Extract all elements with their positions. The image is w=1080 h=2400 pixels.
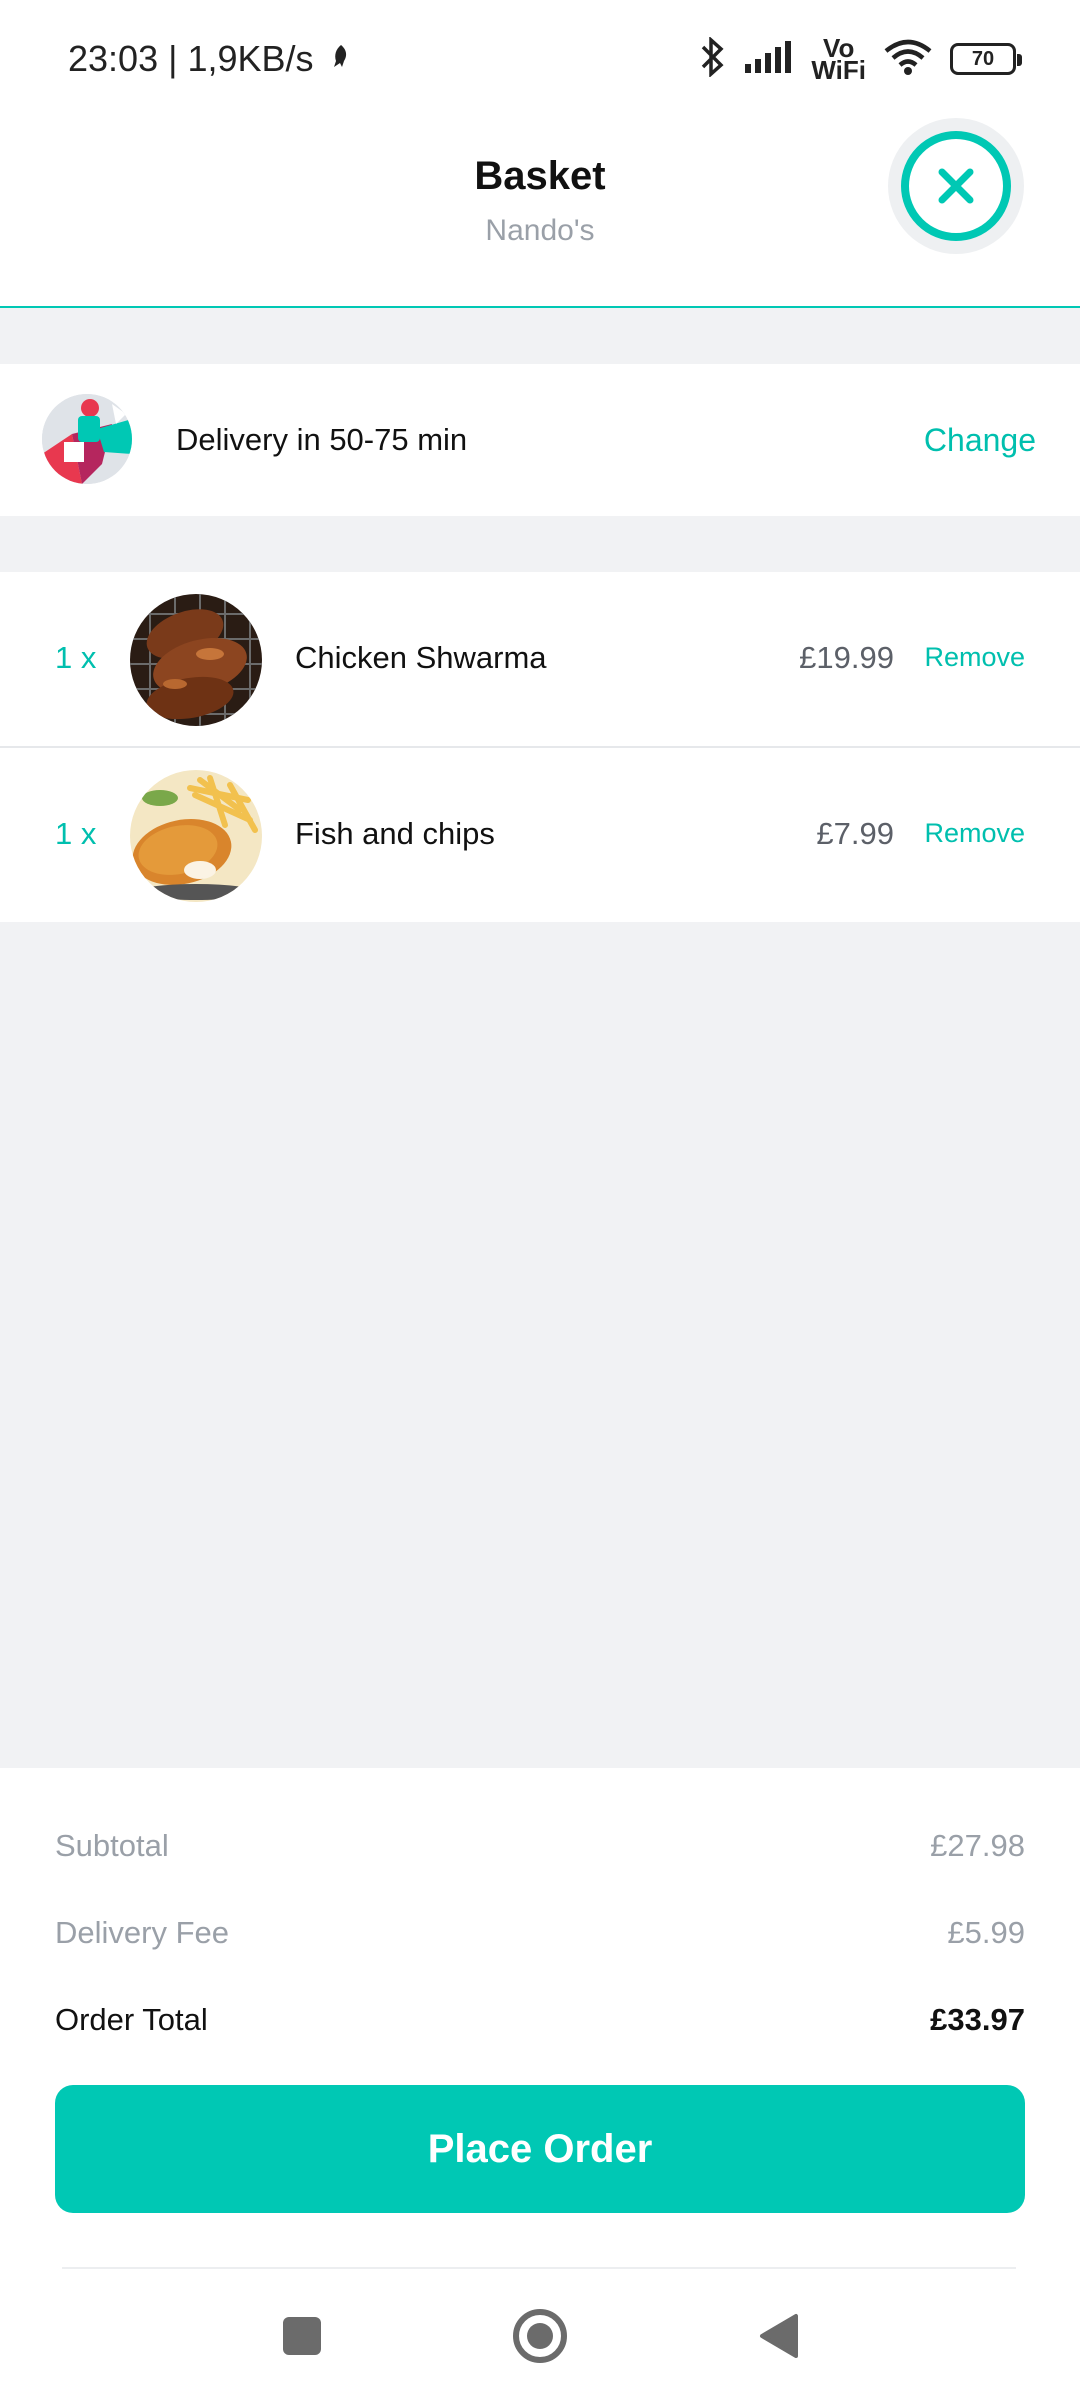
- bluetooth-icon: [699, 35, 725, 82]
- list-item: 1 x Fish and chips £7.99 Remove: [0, 748, 1080, 922]
- status-bar: 23:03 | 1,9KB/s Vo WiFi 70: [0, 0, 1080, 118]
- divider: [62, 2267, 1016, 2269]
- delivery-row: Delivery in 50-75 min Change: [0, 364, 1080, 516]
- item-price: £19.99: [799, 640, 894, 675]
- subtotal-label: Subtotal: [55, 1828, 169, 1863]
- item-quantity: 1 x: [55, 816, 97, 851]
- close-icon: [901, 131, 1011, 241]
- wifi-icon: [884, 39, 932, 80]
- remove-item-button[interactable]: Remove: [924, 818, 1025, 849]
- battery-icon: 70: [950, 43, 1022, 75]
- notification-icon: [330, 43, 352, 76]
- item-price: £7.99: [816, 816, 894, 851]
- square-icon: [283, 2317, 321, 2355]
- status-right: Vo WiFi 70: [699, 33, 1022, 85]
- change-delivery-link[interactable]: Change: [924, 422, 1036, 459]
- delivery-fee-label: Delivery Fee: [55, 1915, 229, 1950]
- item-image-chicken-shwarma: [130, 594, 262, 726]
- recent-apps-button[interactable]: [270, 2304, 334, 2368]
- order-total-row: Order Total £33.97: [55, 2002, 1025, 2038]
- system-navigation-bar: [0, 2290, 1080, 2380]
- home-button[interactable]: [508, 2304, 572, 2368]
- delivery-fee-row: Delivery Fee £5.99: [55, 1915, 1025, 1951]
- back-button[interactable]: [746, 2304, 810, 2368]
- order-total-value: £33.97: [930, 2002, 1025, 2037]
- remove-item-button[interactable]: Remove: [924, 642, 1025, 673]
- item-quantity: 1 x: [55, 640, 97, 675]
- status-left: 23:03 | 1,9KB/s: [68, 38, 352, 80]
- order-total-label: Order Total: [55, 2002, 208, 2037]
- home-circle-icon: [513, 2309, 567, 2363]
- vowifi-label: Vo WiFi: [811, 33, 866, 85]
- basket-header: Basket Nando's: [0, 118, 1080, 308]
- basket-items-list: 1 x Chicken Shwarma £19.99 Remove 1 x Fi…: [0, 572, 1080, 922]
- item-image-fish-and-chips: [130, 770, 262, 902]
- subtotal-row: Subtotal £27.98: [55, 1828, 1025, 1864]
- subtotal-value: £27.98: [930, 1828, 1025, 1863]
- signal-icon: [743, 40, 793, 79]
- item-name: Chicken Shwarma: [295, 640, 547, 675]
- back-triangle-icon: [760, 2314, 798, 2358]
- delivery-fee-value: £5.99: [947, 1915, 1025, 1950]
- delivery-time-text: Delivery in 50-75 min: [176, 422, 468, 457]
- item-name: Fish and chips: [295, 816, 495, 851]
- delivery-rider-icon: [42, 394, 132, 484]
- list-item: 1 x Chicken Shwarma £19.99 Remove: [0, 572, 1080, 748]
- close-button[interactable]: [888, 118, 1024, 254]
- place-order-button[interactable]: Place Order: [55, 2085, 1025, 2213]
- status-time-speed: 23:03 | 1,9KB/s: [68, 38, 314, 79]
